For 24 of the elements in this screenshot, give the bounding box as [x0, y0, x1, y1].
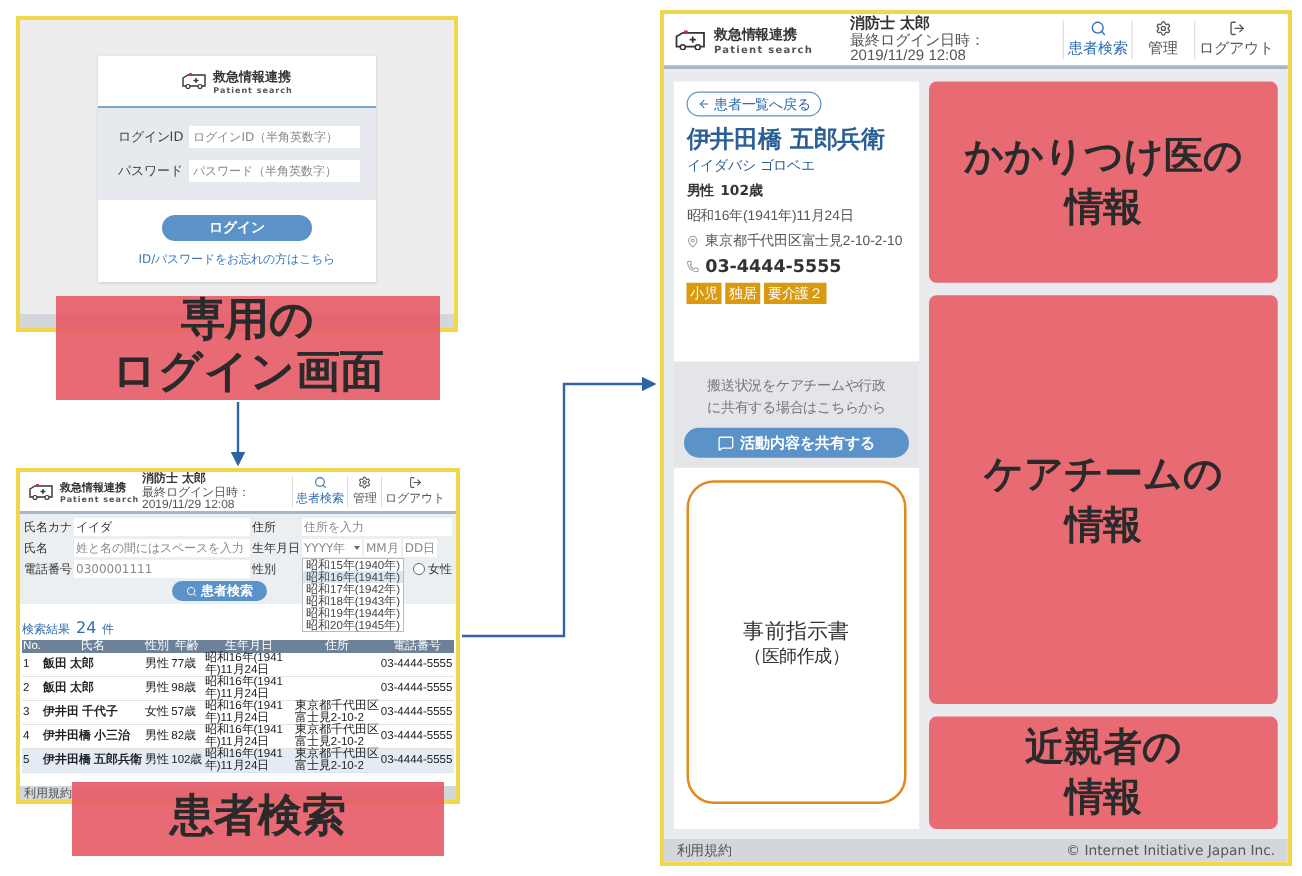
ambulance-icon: [28, 483, 54, 500]
ambulance-icon: [181, 73, 208, 89]
ambulance-icon: [674, 29, 707, 50]
message-icon: [717, 434, 734, 451]
logout-icon: [1228, 20, 1245, 37]
search-icon: [1089, 20, 1106, 37]
advance-directive-subtitle: （医師作成）: [744, 645, 849, 668]
caret-icon: [354, 546, 360, 550]
results-count: 24: [76, 618, 97, 638]
caption-text: ログイン画面: [112, 348, 384, 401]
overlay-label: ケアチームの: [984, 450, 1223, 500]
caption-text: 患者検索: [170, 792, 346, 846]
connector-arrow: [230, 402, 246, 467]
advance-directive-title: 事前指示書: [743, 617, 850, 646]
overlay-label: 情報: [1064, 182, 1143, 233]
overlay-label: かかりつけ医の: [964, 132, 1243, 183]
patient-phone: 03-4444-5555: [705, 256, 842, 277]
radio-button[interactable]: [413, 563, 425, 575]
overlay-label: 情報: [1064, 773, 1143, 824]
overlay-label: 情報: [1064, 500, 1143, 551]
overlay-label: 近親者の: [1025, 722, 1182, 773]
patient-name: 伊井田橋 五郎兵衛: [686, 123, 887, 156]
settings-icon: [1155, 20, 1172, 37]
caption-text: 専用の: [181, 295, 315, 348]
